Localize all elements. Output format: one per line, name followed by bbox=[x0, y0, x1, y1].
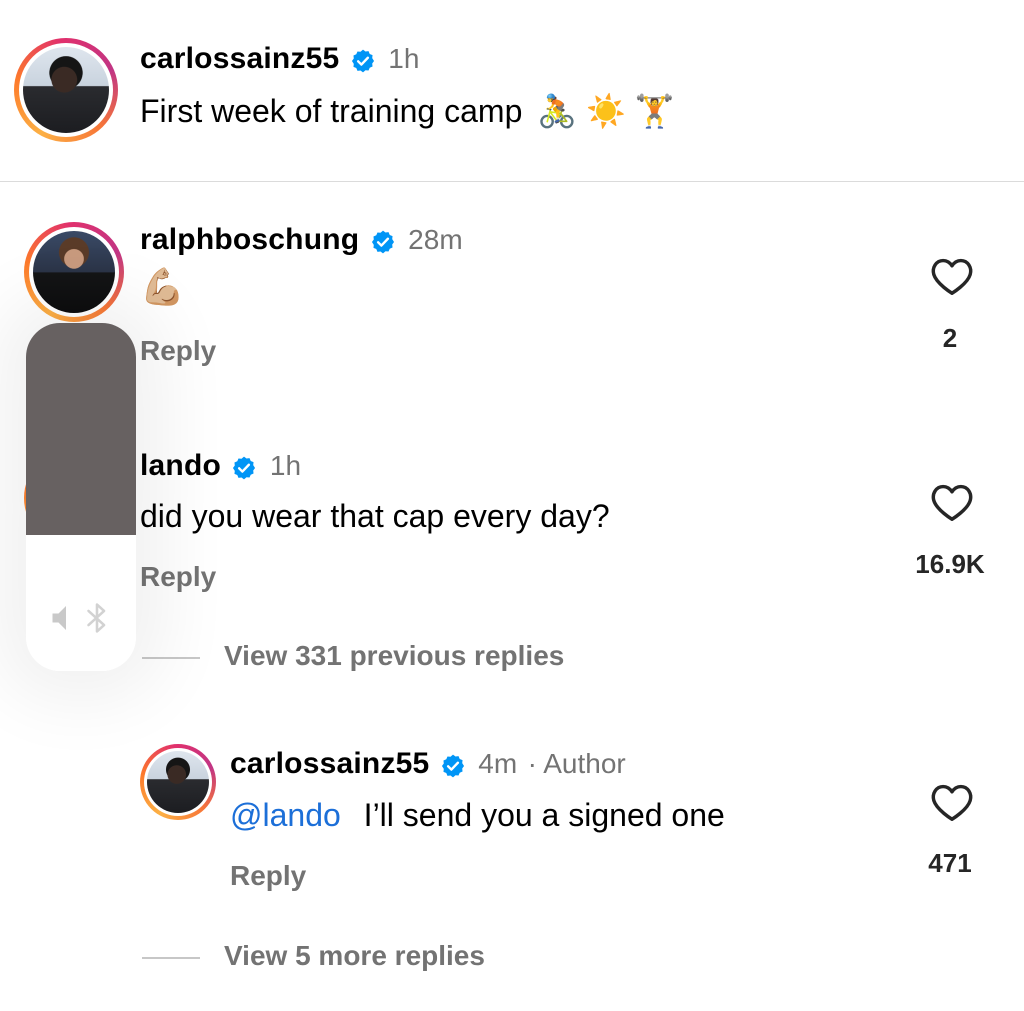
reply-time: 4m bbox=[478, 748, 518, 779]
thread-line bbox=[142, 657, 200, 659]
thread-line bbox=[142, 957, 200, 959]
comment-header: ralphboschung 28m bbox=[140, 223, 463, 257]
post-caption: First week of training camp bbox=[140, 93, 523, 129]
reply-username[interactable]: carlossainz55 bbox=[230, 747, 429, 780]
volume-hud[interactable] bbox=[26, 323, 136, 671]
verified-badge-icon bbox=[371, 230, 394, 254]
post-author-avatar[interactable] bbox=[14, 38, 118, 142]
comment-time: 1h bbox=[269, 450, 302, 481]
reply-avatar-carlossainz55[interactable] bbox=[140, 744, 216, 820]
comment-username[interactable]: ralphboschung bbox=[140, 223, 359, 256]
reply-button[interactable]: Reply bbox=[140, 335, 216, 367]
comment-username[interactable]: lando bbox=[140, 449, 221, 482]
like-heart-icon[interactable] bbox=[930, 256, 974, 296]
mention-link[interactable]: @lando bbox=[230, 797, 341, 833]
volume-level-fill bbox=[26, 323, 136, 535]
comment-header: lando 1h bbox=[140, 449, 301, 483]
comment-time: 28m bbox=[408, 224, 463, 255]
like-count: 471 bbox=[928, 848, 972, 878]
comment-text: did you wear that cap every day? bbox=[140, 498, 610, 534]
reply-button[interactable]: Reply bbox=[230, 860, 306, 892]
like-count: 16.9K bbox=[915, 549, 985, 579]
like-heart-icon[interactable] bbox=[930, 482, 974, 522]
comment-text: 💪🏼 bbox=[140, 266, 185, 307]
verified-badge-icon bbox=[233, 456, 256, 480]
post-caption-row: First week of training camp 🚴 ☀️ 🏋️ bbox=[140, 92, 675, 130]
like-count: 2 bbox=[942, 323, 958, 353]
reply-header: carlossainz55 4m · Author bbox=[230, 747, 626, 781]
section-divider bbox=[0, 181, 1024, 182]
comment-avatar-ralphboschung[interactable] bbox=[24, 222, 124, 322]
speaker-icon bbox=[52, 606, 66, 630]
verified-badge-icon bbox=[441, 754, 464, 778]
reply-text-row: @lando I’ll send you a signed one bbox=[230, 797, 725, 834]
view-previous-replies-button[interactable]: View 331 previous replies bbox=[224, 640, 564, 672]
view-more-replies-button[interactable]: View 5 more replies bbox=[224, 940, 485, 972]
post-caption-emojis: 🚴 ☀️ 🏋️ bbox=[537, 93, 675, 129]
like-heart-icon[interactable] bbox=[930, 782, 974, 822]
reply-button[interactable]: Reply bbox=[140, 561, 216, 593]
author-tag: · Author bbox=[527, 748, 626, 779]
reply-text: I’ll send you a signed one bbox=[363, 797, 725, 833]
post-header: carlossainz55 1h bbox=[140, 42, 419, 76]
verified-badge-icon bbox=[351, 49, 374, 73]
bluetooth-icon bbox=[87, 603, 106, 633]
post-username[interactable]: carlossainz55 bbox=[140, 42, 339, 75]
post-time: 1h bbox=[388, 43, 420, 74]
